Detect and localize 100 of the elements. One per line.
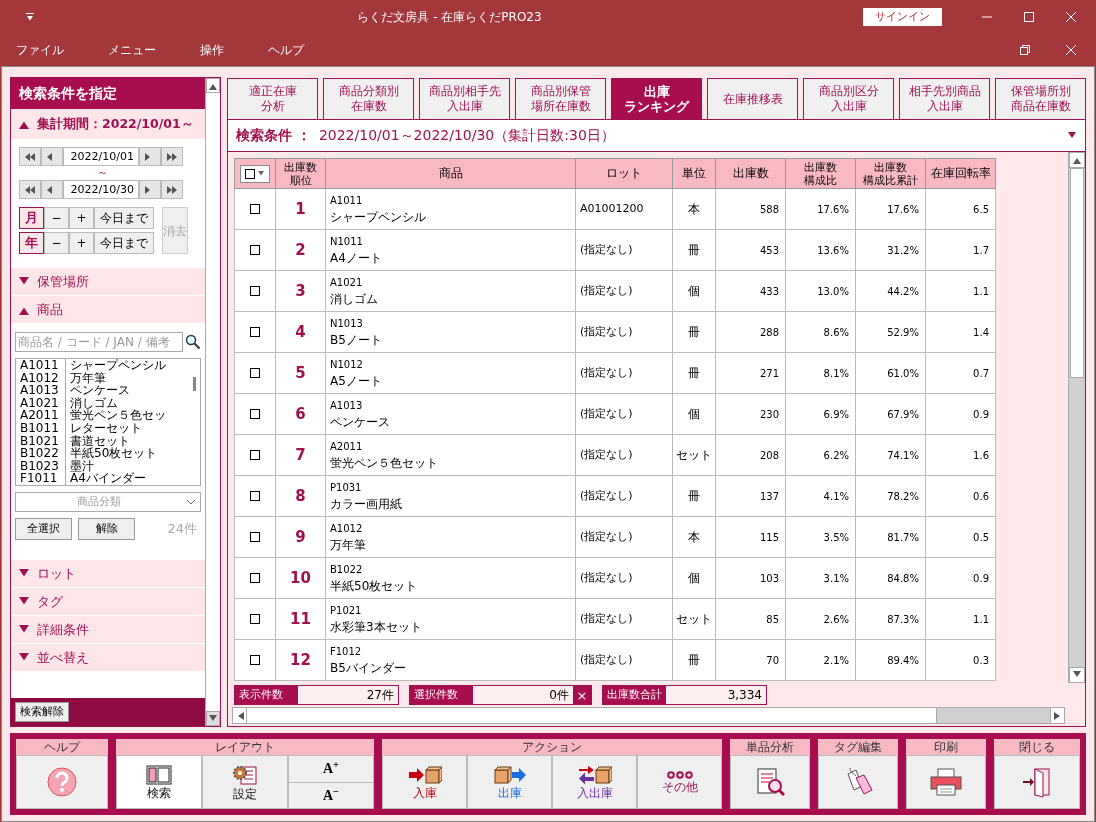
date-field[interactable]: 2022/10/30 xyxy=(63,180,139,199)
vertical-scrollbar[interactable] xyxy=(1068,152,1085,683)
section-header[interactable]: 商品 xyxy=(11,296,205,324)
row-checkbox[interactable] xyxy=(250,245,260,255)
row-checkbox[interactable] xyxy=(250,368,260,378)
unit-cell: 個 xyxy=(672,393,716,435)
tab[interactable]: 商品別保管 場所在庫数 xyxy=(515,78,606,119)
unit-cell: 本 xyxy=(672,516,716,558)
decrement-button[interactable]: − xyxy=(44,232,69,254)
summary-value: 27件 xyxy=(298,686,398,704)
reset-search-button[interactable]: 検索解除 xyxy=(15,702,69,722)
select-all-button[interactable]: 全選択 xyxy=(15,518,72,540)
first-button[interactable] xyxy=(19,180,41,199)
lot-cell: (指定なし) xyxy=(575,352,673,394)
section-header[interactable]: 保管場所 xyxy=(11,268,205,296)
unit-cell: セット xyxy=(672,434,716,476)
date-field[interactable]: 2022/10/01 xyxy=(63,147,139,166)
tab[interactable]: 商品別区分 入出庫 xyxy=(803,78,894,119)
deselect-button[interactable]: 解除 xyxy=(78,518,135,540)
previous-button[interactable] xyxy=(41,147,63,166)
cumulative-ratio-cell: 17.6% xyxy=(855,188,926,230)
close-button[interactable] xyxy=(994,755,1080,809)
font-smaller-button[interactable]: A$^{−}$ xyxy=(289,782,373,808)
close-icon[interactable] xyxy=(1066,12,1076,22)
product-name: B5バインダー xyxy=(330,659,407,677)
menu-item[interactable]: メニュー xyxy=(96,41,168,59)
settings-button[interactable]: 設定 xyxy=(202,755,288,809)
quick-access-icon[interactable] xyxy=(24,12,36,22)
maximize-icon[interactable] xyxy=(1024,12,1034,22)
receive-ship-button[interactable]: 入出庫 xyxy=(552,755,637,809)
section-header[interactable]: 集計期間：2022/10/01～ xyxy=(11,109,205,139)
group-title: ヘルプ xyxy=(16,739,108,755)
decrement-button[interactable]: − xyxy=(44,207,69,229)
vertical-scrollbar[interactable] xyxy=(205,78,220,726)
section-header[interactable]: タグ xyxy=(11,588,205,616)
product-code: A1011 xyxy=(16,359,66,372)
section-header[interactable]: 並べ替え xyxy=(11,644,205,672)
close-icon[interactable] xyxy=(1066,45,1076,55)
tab[interactable]: 相手先別商品 入出庫 xyxy=(899,78,990,119)
last-button[interactable] xyxy=(161,147,183,166)
tab[interactable]: 在庫推移表 xyxy=(707,78,798,119)
increment-button[interactable]: + xyxy=(69,232,94,254)
previous-button[interactable] xyxy=(41,180,63,199)
section-header[interactable]: ロット xyxy=(11,560,205,588)
tab[interactable]: 保管場所別 商品在庫数 xyxy=(995,78,1086,119)
analysis-button[interactable] xyxy=(730,755,810,809)
cumulative-ratio-cell: 74.1% xyxy=(855,434,926,476)
font-larger-button[interactable]: A$^{+}$ xyxy=(289,756,373,783)
turnover-cell: 0.9 xyxy=(925,393,996,435)
menu-item[interactable]: ファイル xyxy=(4,41,76,59)
increment-button[interactable]: + xyxy=(69,207,94,229)
tab[interactable]: 商品別相手先 入出庫 xyxy=(419,78,510,119)
clear-selection-button[interactable]: × xyxy=(573,686,591,704)
column-header: 商品 xyxy=(325,158,576,189)
signin-button[interactable]: サインイン xyxy=(863,8,942,26)
product-list[interactable]: A1011 シャープペンシル A1012 万年筆 A1013 ペンケース A1021 消しゴム A2011 蛍光ペン５色セッ B1011 レターセット B1021 書道セット B1022 半紙50枚セット B1023 墨汁 F1011 A4バインダー xyxy=(15,358,201,486)
section-header[interactable]: 詳細条件 xyxy=(11,616,205,644)
column-header: 出庫数 順位 xyxy=(275,158,326,189)
search-field[interactable]: 商品名 / コード / JAN / 備考 xyxy=(15,332,183,352)
next-button[interactable] xyxy=(139,147,161,166)
last-button[interactable] xyxy=(161,180,183,199)
restore-icon[interactable] xyxy=(1020,45,1030,55)
cumulative-ratio-cell: 78.2% xyxy=(855,475,926,517)
row-checkbox[interactable] xyxy=(250,327,260,337)
lot-cell: A01001200 xyxy=(575,188,673,230)
row-checkbox[interactable] xyxy=(250,286,260,296)
tag-edit-button[interactable] xyxy=(818,755,898,809)
menu-item[interactable]: 操作 xyxy=(188,41,236,59)
until-today-button[interactable]: 今日まで xyxy=(94,207,154,229)
product-name: 書道セット xyxy=(69,434,130,448)
receive-button[interactable]: 入庫 xyxy=(382,755,467,809)
row-checkbox[interactable] xyxy=(250,491,260,501)
ship-button[interactable]: 出庫 xyxy=(467,755,552,809)
tab[interactable]: 出庫 ランキング xyxy=(611,78,702,119)
tab[interactable]: 適正在庫 分析 xyxy=(227,78,318,119)
horizontal-scrollbar[interactable] xyxy=(232,707,1065,724)
row-checkbox[interactable] xyxy=(250,532,260,542)
row-checkbox[interactable] xyxy=(250,204,260,214)
search-icon[interactable] xyxy=(185,334,201,350)
group-title: 単品分析 xyxy=(730,739,810,755)
other-button[interactable]: その他 xyxy=(637,755,722,809)
row-checkbox[interactable] xyxy=(250,450,260,460)
product-code: P1021 xyxy=(330,603,363,618)
next-button[interactable] xyxy=(139,180,161,199)
until-today-button[interactable]: 今日まで xyxy=(94,232,154,254)
rank-cell: 2 xyxy=(275,229,326,271)
select-all-checkbox[interactable] xyxy=(245,168,255,179)
row-checkbox[interactable] xyxy=(250,409,260,419)
column-header: 出庫数 構成比 xyxy=(785,158,856,189)
row-checkbox[interactable] xyxy=(250,655,260,665)
tab[interactable]: 商品分類別 在庫数 xyxy=(323,78,414,119)
product-code: A2011 xyxy=(16,409,66,422)
menu-item[interactable]: ヘルプ xyxy=(256,41,316,59)
product-name: 半紙50枚セット xyxy=(69,447,158,460)
rank-cell: 12 xyxy=(275,639,326,681)
first-button[interactable] xyxy=(19,147,41,166)
row-checkbox[interactable] xyxy=(250,573,260,583)
row-checkbox[interactable] xyxy=(250,614,260,624)
print-button[interactable] xyxy=(906,755,986,809)
search-layout-button[interactable]: 検索 xyxy=(116,755,202,809)
